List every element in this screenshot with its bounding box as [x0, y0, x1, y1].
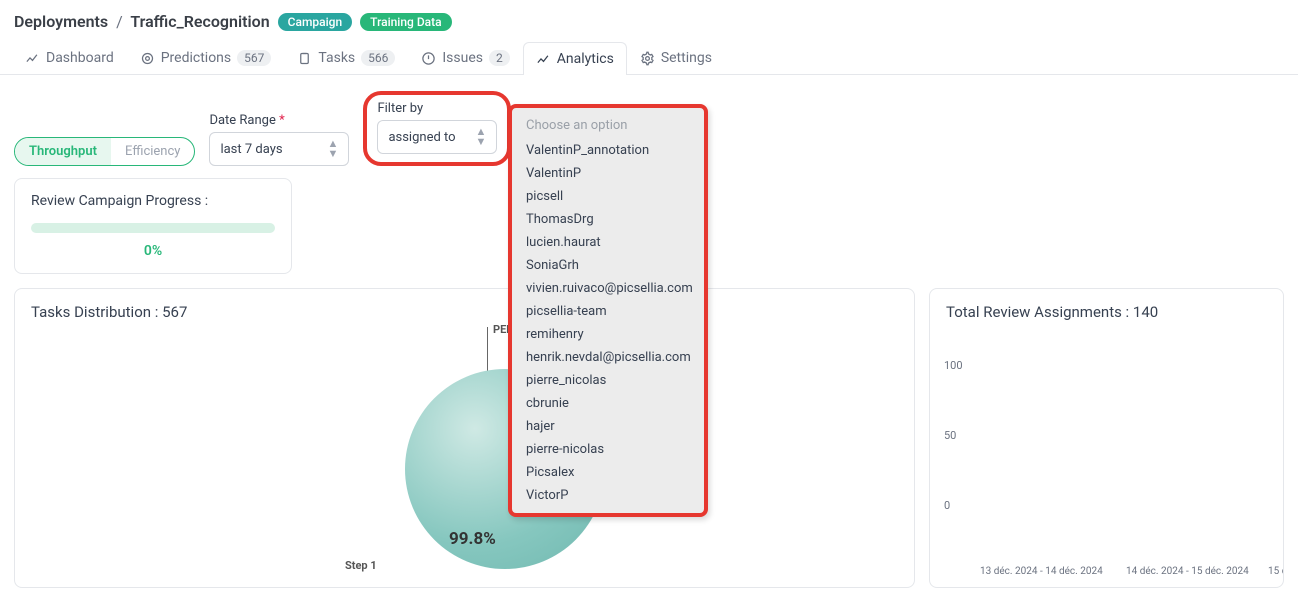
tasks-distribution-card: Tasks Distribution : 567 PEN 99.8% Step …: [14, 288, 915, 588]
review-title: Total Review Assignments : 140: [946, 303, 1267, 321]
tabs: Dashboard Predictions 567 Tasks 566 Issu…: [0, 37, 1298, 75]
breadcrumb: Deployments / Traffic_Recognition: [14, 12, 270, 31]
dropdown-item[interactable]: cbrunie: [512, 392, 704, 415]
progress-pct: 0%: [31, 243, 275, 259]
select-value: last 7 days: [220, 142, 282, 157]
dist-title: Tasks Distribution : 567: [31, 303, 898, 321]
count-badge: 566: [361, 50, 395, 66]
gear-icon: [640, 51, 655, 66]
tab-label: Issues: [442, 50, 483, 66]
count-badge: 2: [489, 50, 510, 66]
badge-campaign: Campaign: [278, 13, 353, 31]
dropdown-item[interactable]: vivien.ruivaco@picsellia.com: [512, 277, 704, 300]
breadcrumb-row: Deployments / Traffic_Recognition Campai…: [0, 0, 1298, 37]
dropdown-item[interactable]: ValentinP_annotation: [512, 139, 704, 162]
toggle-efficiency[interactable]: Efficiency: [111, 138, 194, 165]
badge-training: Training Data: [360, 13, 451, 31]
dropdown-item[interactable]: lucien.haurat: [512, 231, 704, 254]
xtick: 15 dé: [1268, 566, 1284, 577]
review-assignments-card: Total Review Assignments : 140 100 50 0 …: [929, 288, 1284, 588]
alert-icon: [421, 51, 436, 66]
tab-dashboard[interactable]: Dashboard: [12, 41, 127, 74]
ytick: 0: [944, 499, 950, 512]
filter-by-field: Filter by assigned to ▲▼: [377, 101, 497, 154]
tab-settings[interactable]: Settings: [627, 41, 725, 74]
dropdown-item[interactable]: SoniaGrh: [512, 254, 704, 277]
progress-title: Review Campaign Progress :: [31, 193, 275, 209]
required-asterisk: *: [279, 113, 285, 128]
chart-line-icon: [25, 51, 40, 66]
dropdown-item[interactable]: ThomasDrg: [512, 208, 704, 231]
tab-analytics[interactable]: Analytics: [523, 42, 627, 75]
filter-by-highlight: Filter by assigned to ▲▼: [363, 91, 511, 166]
dropdown-item[interactable]: ValentinP: [512, 162, 704, 185]
tab-label: Dashboard: [46, 50, 114, 66]
dropdown-item[interactable]: picsell: [512, 185, 704, 208]
date-range-field: Date Range * last 7 days ▲▼: [209, 113, 349, 166]
pie-step-label: Step 1: [345, 559, 377, 572]
dropdown-placeholder: Choose an option: [512, 114, 704, 139]
dropdown-item[interactable]: VictorP: [512, 484, 704, 507]
breadcrumb-root[interactable]: Deployments: [14, 12, 108, 31]
date-range-select[interactable]: last 7 days ▲▼: [209, 132, 349, 166]
chevron-updown-icon: ▲▼: [328, 139, 339, 159]
chevron-updown-icon: ▲▼: [476, 127, 487, 147]
tab-tasks[interactable]: Tasks 566: [284, 41, 408, 74]
dropdown-item[interactable]: remihenry: [512, 323, 704, 346]
ytick: 100: [944, 359, 963, 372]
ytick: 50: [944, 429, 956, 442]
review-chart-axes: 100 50 0 13 déc. 2024 - 14 déc. 2024 14 …: [940, 359, 1273, 577]
tab-label: Settings: [661, 50, 712, 66]
select-value: assigned to: [388, 130, 455, 145]
dropdown-item[interactable]: Picsalex: [512, 461, 704, 484]
tab-label: Analytics: [557, 51, 614, 67]
dropdown-item[interactable]: pierre_nicolas: [512, 369, 704, 392]
pie-pct: 99.8%: [449, 529, 496, 549]
target-icon: [140, 51, 155, 66]
filter-option-dropdown[interactable]: Choose an option ValentinP_annotationVal…: [508, 104, 708, 517]
date-range-label: Date Range *: [209, 113, 349, 128]
breadcrumb-slash: /: [116, 12, 123, 31]
xtick: 13 déc. 2024 - 14 déc. 2024: [980, 566, 1103, 577]
count-badge: 567: [237, 50, 271, 66]
breadcrumb-current[interactable]: Traffic_Recognition: [130, 12, 269, 31]
dropdown-item[interactable]: picsellia-team: [512, 300, 704, 323]
tab-issues[interactable]: Issues 2: [408, 41, 522, 74]
dropdown-item[interactable]: henrik.nevdal@picsellia.com: [512, 346, 704, 369]
toggle-throughput[interactable]: Throughput: [15, 138, 111, 165]
xtick: 14 déc. 2024 - 15 déc. 2024: [1126, 566, 1249, 577]
analytics-icon: [536, 52, 551, 67]
tab-label: Predictions: [161, 50, 231, 66]
filter-by-select[interactable]: assigned to ▲▼: [377, 120, 497, 154]
tab-predictions[interactable]: Predictions 567: [127, 41, 285, 74]
progress-card: Review Campaign Progress : 0%: [14, 178, 292, 274]
progress-bar: [31, 223, 275, 233]
dropdown-item[interactable]: pierre-nicolas: [512, 438, 704, 461]
clipboard-icon: [297, 51, 312, 66]
dropdown-item[interactable]: hajer: [512, 415, 704, 438]
tab-label: Tasks: [318, 50, 355, 66]
filter-by-label: Filter by: [377, 101, 497, 116]
toggle-group: Throughput Efficiency: [14, 137, 195, 166]
